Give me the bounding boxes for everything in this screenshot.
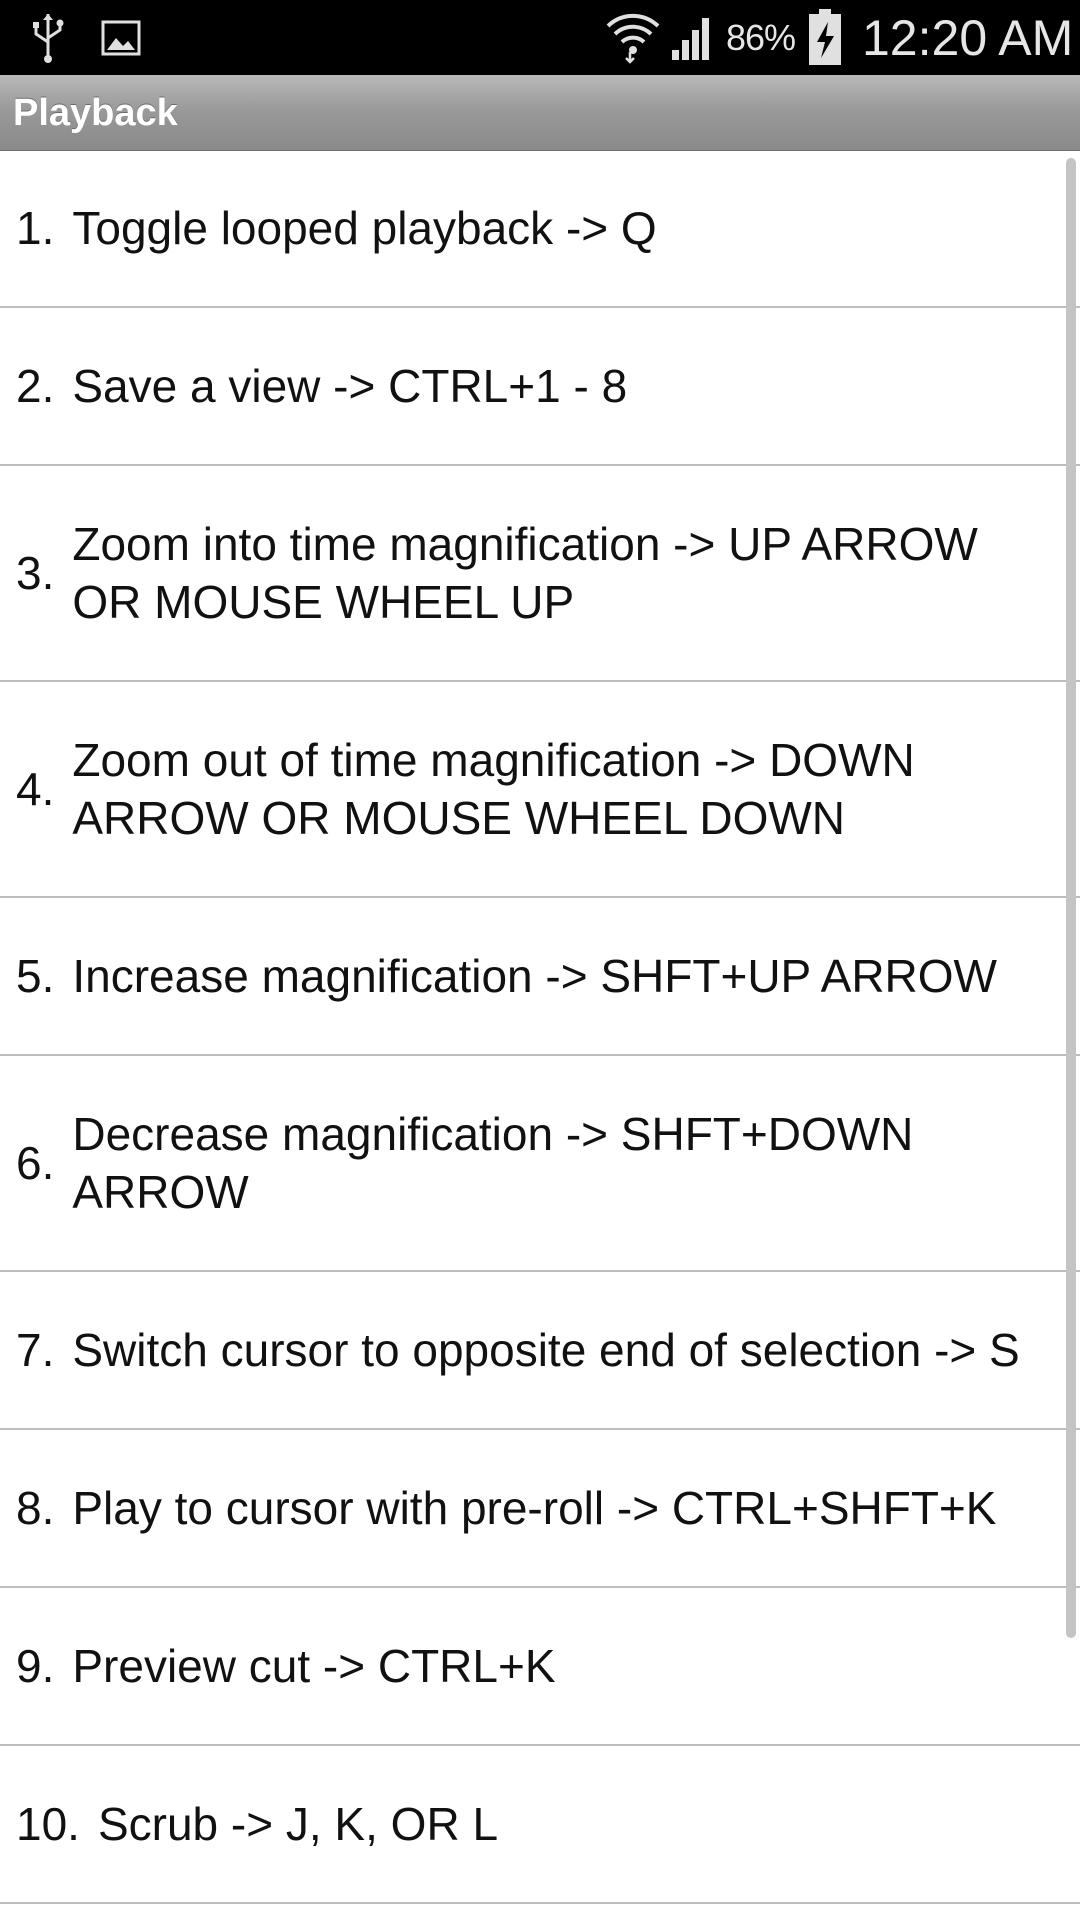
list-item[interactable]: 2. Save a view -> CTRL+1 - 8 bbox=[0, 308, 1080, 466]
item-number: 10. bbox=[16, 1798, 80, 1850]
item-number: 2. bbox=[16, 360, 55, 412]
item-text: Toggle looped playback -> Q bbox=[72, 202, 657, 254]
battery-percent: 86% bbox=[726, 17, 796, 58]
item-number: 5. bbox=[16, 950, 55, 1002]
list-item[interactable]: 9. Preview cut -> CTRL+K bbox=[0, 1588, 1080, 1746]
title-bar: Playback bbox=[0, 75, 1080, 150]
image-icon bbox=[101, 20, 141, 56]
signal-icon bbox=[672, 18, 709, 60]
item-number: 7. bbox=[16, 1324, 55, 1376]
item-text: Save a view -> CTRL+1 - 8 bbox=[72, 360, 628, 412]
item-text: Decrease magnification -> SHFT+DOWN ARRO… bbox=[72, 1108, 914, 1218]
clock: 12:20 AM bbox=[862, 10, 1074, 66]
item-number: 6. bbox=[16, 1137, 55, 1189]
item-text: Zoom into time magnification -> UP ARROW… bbox=[72, 518, 978, 628]
list-item[interactable]: 1. Toggle looped playback -> Q bbox=[0, 150, 1080, 308]
list-item[interactable]: 3. Zoom into time magnification -> UP AR… bbox=[0, 466, 1080, 682]
item-number: 9. bbox=[16, 1640, 55, 1692]
status-bar: 86% 12:20 AM bbox=[0, 0, 1080, 75]
list-item[interactable]: 4. Zoom out of time magnification -> DOW… bbox=[0, 682, 1080, 898]
list-item[interactable]: 7. Switch cursor to opposite end of sele… bbox=[0, 1272, 1080, 1430]
item-text: Preview cut -> CTRL+K bbox=[72, 1640, 556, 1692]
scrollbar[interactable] bbox=[1066, 158, 1076, 1638]
item-text: Zoom out of time magnification -> DOWN A… bbox=[72, 734, 915, 844]
item-text: Scrub -> J, K, OR L bbox=[97, 1798, 499, 1850]
item-number: 8. bbox=[16, 1482, 55, 1534]
list-item[interactable]: 6. Decrease magnification -> SHFT+DOWN A… bbox=[0, 1056, 1080, 1272]
usb-icon bbox=[33, 14, 64, 63]
list-item[interactable]: 10. Scrub -> J, K, OR L bbox=[0, 1746, 1080, 1904]
item-number: 1. bbox=[16, 202, 55, 254]
list-item[interactable]: 8. Play to cursor with pre-roll -> CTRL+… bbox=[0, 1430, 1080, 1588]
item-text: Play to cursor with pre-roll -> CTRL+SHF… bbox=[72, 1482, 997, 1534]
item-number: 3. bbox=[16, 547, 55, 599]
item-text: Increase magnification -> SHFT+UP ARROW bbox=[72, 950, 997, 1002]
item-number: 4. bbox=[16, 763, 55, 815]
list-item[interactable]: 5. Increase magnification -> SHFT+UP ARR… bbox=[0, 898, 1080, 1056]
battery-charging-icon bbox=[809, 9, 841, 65]
wifi-icon bbox=[606, 13, 660, 64]
shortcut-list[interactable]: 1. Toggle looped playback -> Q 2. Save a… bbox=[0, 150, 1080, 1920]
page-title: Playback bbox=[13, 92, 178, 134]
item-text: Switch cursor to opposite end of selecti… bbox=[72, 1324, 1020, 1376]
